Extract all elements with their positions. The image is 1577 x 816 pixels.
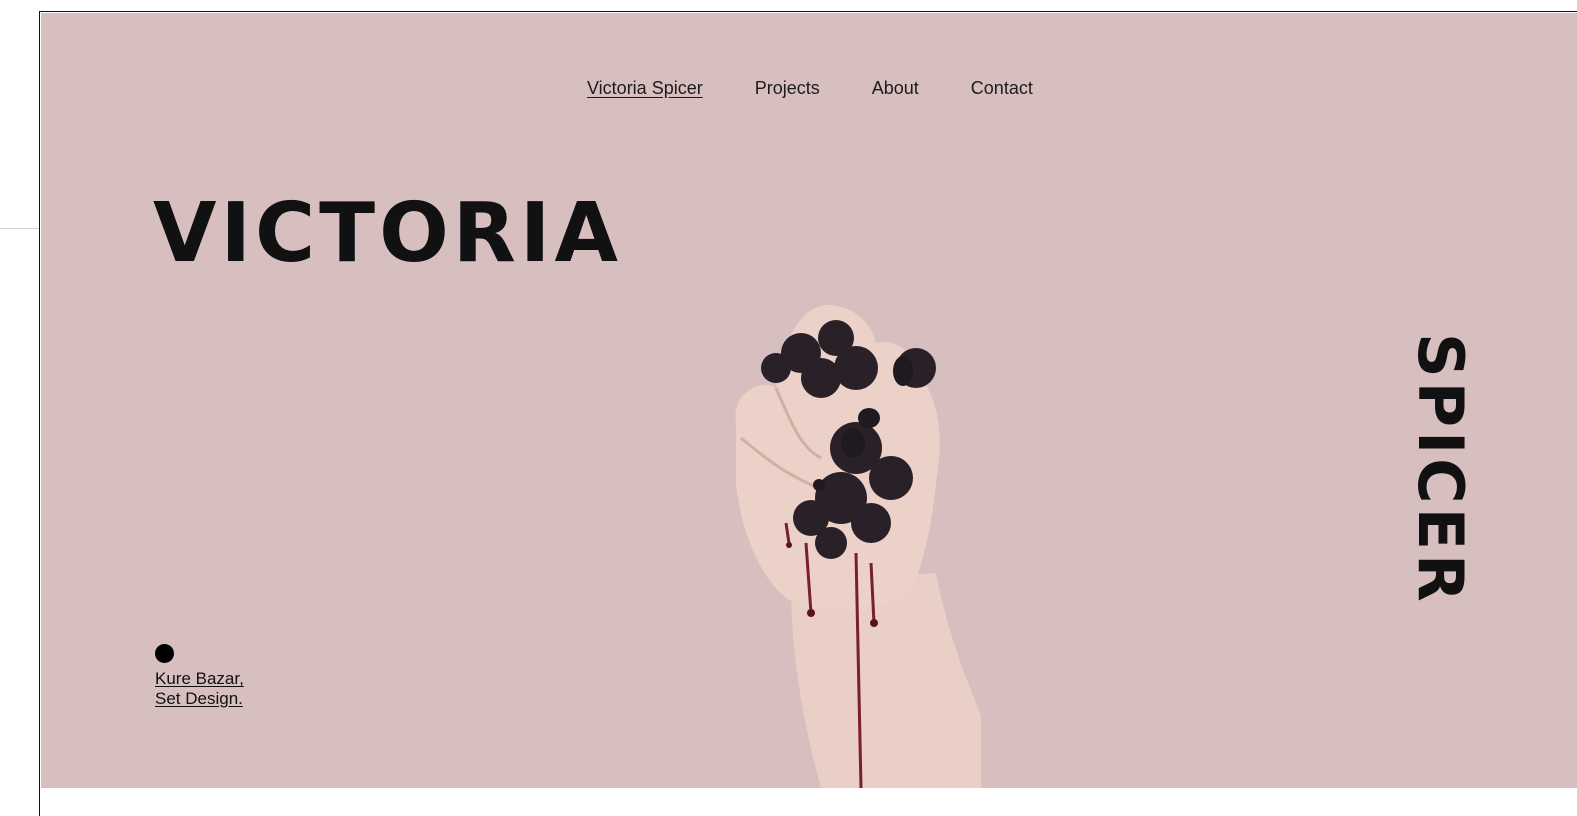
page-frame: Victoria Spicer Projects About Contact V… [39, 11, 1577, 816]
side-divider [0, 228, 40, 229]
nav-projects-link[interactable]: Projects [755, 78, 820, 99]
nav-home-link[interactable]: Victoria Spicer [587, 78, 703, 99]
featured-dot-marker [155, 644, 174, 663]
featured-project-link[interactable]: Kure Bazar, Set Design. [155, 669, 244, 709]
featured-project-line1: Kure Bazar, [155, 669, 244, 688]
nav-about-link[interactable]: About [872, 78, 919, 99]
last-name-wordmark: SPICER [1404, 333, 1477, 606]
top-nav: Victoria Spicer Projects About Contact [587, 78, 1033, 99]
first-name-wordmark: VICTORIA [153, 186, 622, 281]
featured-project-line2: Set Design. [155, 689, 243, 708]
hero-section: Victoria Spicer Projects About Contact V… [41, 13, 1577, 788]
hand-crushing-blackberries-image [735, 304, 981, 788]
nav-contact-link[interactable]: Contact [971, 78, 1033, 99]
